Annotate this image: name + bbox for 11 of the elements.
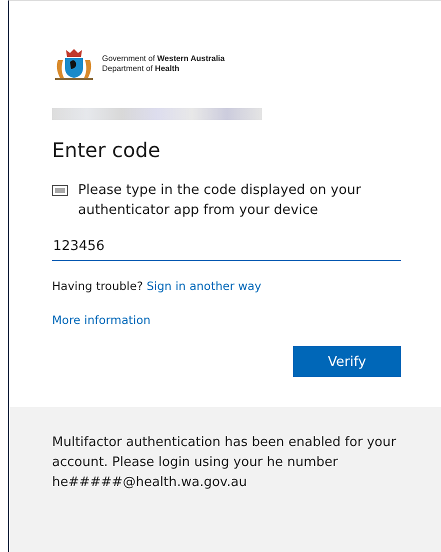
more-information-link[interactable]: More information [52, 313, 151, 327]
crest-icon [52, 46, 96, 82]
footer-text: Multifactor authentication has been enabled for your account. Please login using your he number he#####@health.wa.gov.au [52, 434, 398, 492]
verify-button[interactable]: Verify [293, 346, 401, 377]
sign-in-link[interactable]: Sign in another way [146, 279, 262, 293]
logo-text: Government of Western Australia [102, 54, 225, 64]
trouble-text: Having trouble? Sign in another way [52, 279, 262, 293]
instruction-text: Please type in the code displayed on your authenticator app from your device [78, 181, 362, 220]
logo-text: Department of Health [102, 64, 180, 74]
heading: Enter code [52, 138, 162, 162]
keypad-icon [52, 185, 68, 196]
